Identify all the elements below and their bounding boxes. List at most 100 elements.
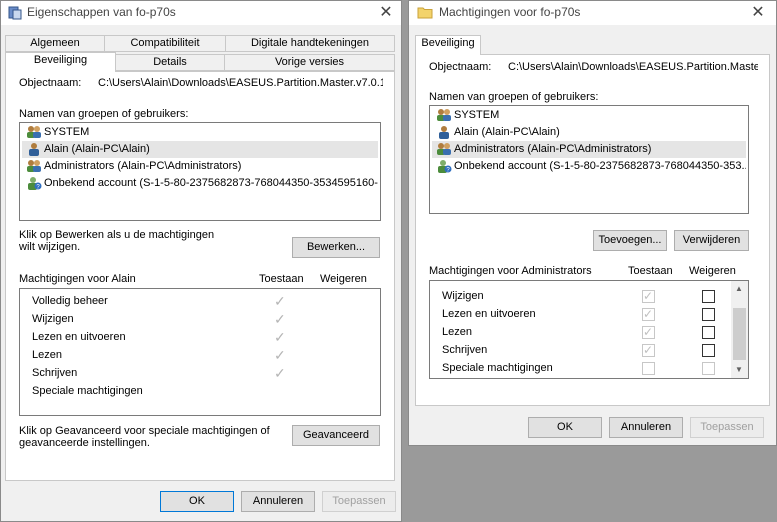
user-name: SYSTEM bbox=[454, 109, 500, 121]
close-icon[interactable]: ✕ bbox=[373, 1, 399, 25]
perm-label: Wijzigen bbox=[442, 290, 484, 302]
perm-label: Lezen en uitvoeren bbox=[442, 308, 536, 320]
perm-label: Lezen bbox=[442, 326, 472, 338]
folder-icon bbox=[417, 5, 433, 22]
user-name: Administrators (Alain-PC\Administrators) bbox=[44, 160, 242, 172]
object-name-label: Objectnaam: bbox=[19, 77, 82, 89]
remove-button[interactable]: Verwijderen bbox=[674, 230, 749, 251]
perm-label: Lezen en uitvoeren bbox=[32, 331, 126, 343]
allow-checkbox[interactable]: ✓ bbox=[642, 289, 655, 303]
scrollbar-thumb[interactable] bbox=[733, 308, 746, 360]
perm-label: Speciale machtigingen bbox=[442, 362, 553, 374]
check-icon: ✓ bbox=[274, 347, 286, 363]
apply-button[interactable]: Toepassen bbox=[322, 491, 396, 512]
check-icon: ✓ bbox=[274, 311, 286, 327]
list-item[interactable]: Alain (Alain-PC\Alain) bbox=[432, 124, 746, 141]
tab-algemeen[interactable]: Algemeen bbox=[5, 35, 105, 52]
deny-checkbox[interactable] bbox=[702, 326, 715, 339]
check-icon: ✓ bbox=[643, 307, 654, 321]
check-icon: ✓ bbox=[643, 325, 654, 339]
app-icon bbox=[7, 5, 23, 24]
perm-label: Lezen bbox=[32, 349, 62, 361]
groups-label: Namen van groepen of gebruikers: bbox=[19, 108, 189, 120]
perm-label: Schrijven bbox=[32, 367, 78, 379]
deny-header: Weigeren bbox=[689, 265, 736, 277]
group-icon bbox=[436, 142, 452, 158]
group-icon bbox=[436, 108, 452, 124]
groups-label: Namen van groepen of gebruikers: bbox=[429, 91, 599, 103]
list-item[interactable]: Administrators (Alain-PC\Administrators) bbox=[22, 158, 378, 175]
deny-header: Weigeren bbox=[320, 273, 367, 285]
check-icon: ✓ bbox=[274, 365, 286, 381]
tab-beveiliging[interactable]: Beveiliging bbox=[5, 52, 116, 72]
allow-checkbox[interactable] bbox=[642, 362, 655, 375]
check-icon: ✓ bbox=[274, 293, 286, 309]
edit-button[interactable]: Bewerken... bbox=[292, 237, 380, 258]
ok-button[interactable]: OK bbox=[528, 417, 602, 438]
allow-checkbox[interactable]: ✓ bbox=[642, 325, 655, 339]
perm-label: Wijzigen bbox=[32, 313, 74, 325]
user-name: Onbekend account (S-1-5-80-2375682873-76… bbox=[44, 177, 378, 189]
apply-button[interactable]: Toepassen bbox=[690, 417, 764, 438]
list-item[interactable]: SYSTEM bbox=[432, 107, 746, 124]
permissions-header: Machtigingen voor Alain bbox=[19, 273, 136, 285]
user-name: Alain (Alain-PC\Alain) bbox=[44, 143, 150, 155]
tab-vorige-versies[interactable]: Vorige versies bbox=[224, 54, 395, 71]
close-icon[interactable]: ✕ bbox=[745, 1, 771, 25]
window-title: Eigenschappen van fo-p70s bbox=[27, 5, 176, 19]
tab-digitale-handtekeningen[interactable]: Digitale handtekeningen bbox=[225, 35, 395, 52]
properties-dialog: Eigenschappen van fo-p70s ✕ Algemeen Com… bbox=[0, 0, 402, 522]
deny-checkbox[interactable] bbox=[702, 344, 715, 357]
list-item[interactable]: Administrators (Alain-PC\Administrators) bbox=[432, 141, 746, 158]
object-name-label: Objectnaam: bbox=[429, 61, 492, 73]
user-name: Alain (Alain-PC\Alain) bbox=[454, 126, 560, 138]
user-name: Onbekend account (S-1-5-80-2375682873-76… bbox=[454, 160, 746, 172]
title-bar[interactable]: Machtigingen voor fo-p70s ✕ bbox=[409, 1, 776, 25]
tab-details[interactable]: Details bbox=[115, 54, 225, 71]
title-bar[interactable]: Eigenschappen van fo-p70s ✕ bbox=[1, 1, 401, 25]
tab-beveiliging[interactable]: Beveiliging bbox=[415, 35, 481, 55]
permissions-list: Volledig beheer ✓ Wijzigen ✓ Lezen en ui… bbox=[19, 288, 381, 416]
list-item[interactable]: ? Onbekend account (S-1-5-80-2375682873-… bbox=[22, 175, 378, 192]
group-icon bbox=[26, 125, 42, 141]
cancel-button[interactable]: Annuleren bbox=[241, 491, 315, 512]
allow-header: Toestaan bbox=[628, 265, 673, 277]
advanced-button[interactable]: Geavanceerd bbox=[292, 425, 380, 446]
scroll-down-icon[interactable]: ▼ bbox=[735, 365, 743, 374]
permissions-header: Machtigingen voor Administrators bbox=[429, 265, 592, 277]
tab-compatibiliteit[interactable]: Compatibiliteit bbox=[104, 35, 226, 52]
check-icon: ✓ bbox=[643, 343, 654, 357]
list-item[interactable]: ? Onbekend account (S-1-5-80-2375682873-… bbox=[432, 158, 746, 175]
unknown-user-icon: ? bbox=[436, 159, 452, 175]
ok-button[interactable]: OK bbox=[160, 491, 234, 512]
perm-label: Schrijven bbox=[442, 344, 488, 356]
add-button[interactable]: Toevoegen... bbox=[593, 230, 667, 251]
user-icon bbox=[436, 125, 452, 141]
scrollbar[interactable]: ▲ ▼ bbox=[731, 281, 748, 378]
allow-checkbox[interactable]: ✓ bbox=[642, 343, 655, 357]
deny-checkbox[interactable] bbox=[702, 290, 715, 303]
check-icon: ✓ bbox=[643, 289, 654, 303]
object-name-value: C:\Users\Alain\Downloads\EASEUS.Partitio… bbox=[508, 61, 758, 73]
list-item[interactable]: Alain (Alain-PC\Alain) bbox=[22, 141, 378, 158]
scroll-up-icon[interactable]: ▲ bbox=[735, 284, 743, 293]
allow-checkbox[interactable]: ✓ bbox=[642, 307, 655, 321]
users-list[interactable]: SYSTEM Alain (Alain-PC\Alain) Administra… bbox=[19, 122, 381, 221]
deny-checkbox[interactable] bbox=[702, 308, 715, 321]
user-name: Administrators (Alain-PC\Administrators) bbox=[454, 143, 652, 155]
cancel-button[interactable]: Annuleren bbox=[609, 417, 683, 438]
check-icon: ✓ bbox=[274, 329, 286, 345]
allow-header: Toestaan bbox=[259, 273, 304, 285]
group-icon bbox=[26, 159, 42, 175]
window-title: Machtigingen voor fo-p70s bbox=[439, 5, 581, 19]
user-name: SYSTEM bbox=[44, 126, 90, 138]
edit-hint: Klik op Bewerken als u de machtigingen w… bbox=[19, 229, 215, 253]
perm-label: Volledig beheer bbox=[32, 295, 108, 307]
permissions-dialog: Machtigingen voor fo-p70s ✕ Beveiliging … bbox=[408, 0, 777, 446]
advanced-hint: Klik op Geavanceerd voor speciale machti… bbox=[19, 425, 270, 449]
object-name-value: C:\Users\Alain\Downloads\EASEUS.Partitio… bbox=[98, 77, 383, 89]
deny-checkbox[interactable] bbox=[702, 362, 715, 375]
user-icon bbox=[26, 142, 42, 158]
users-list[interactable]: SYSTEM Alain (Alain-PC\Alain) Administra… bbox=[429, 105, 749, 214]
list-item[interactable]: SYSTEM bbox=[22, 124, 378, 141]
